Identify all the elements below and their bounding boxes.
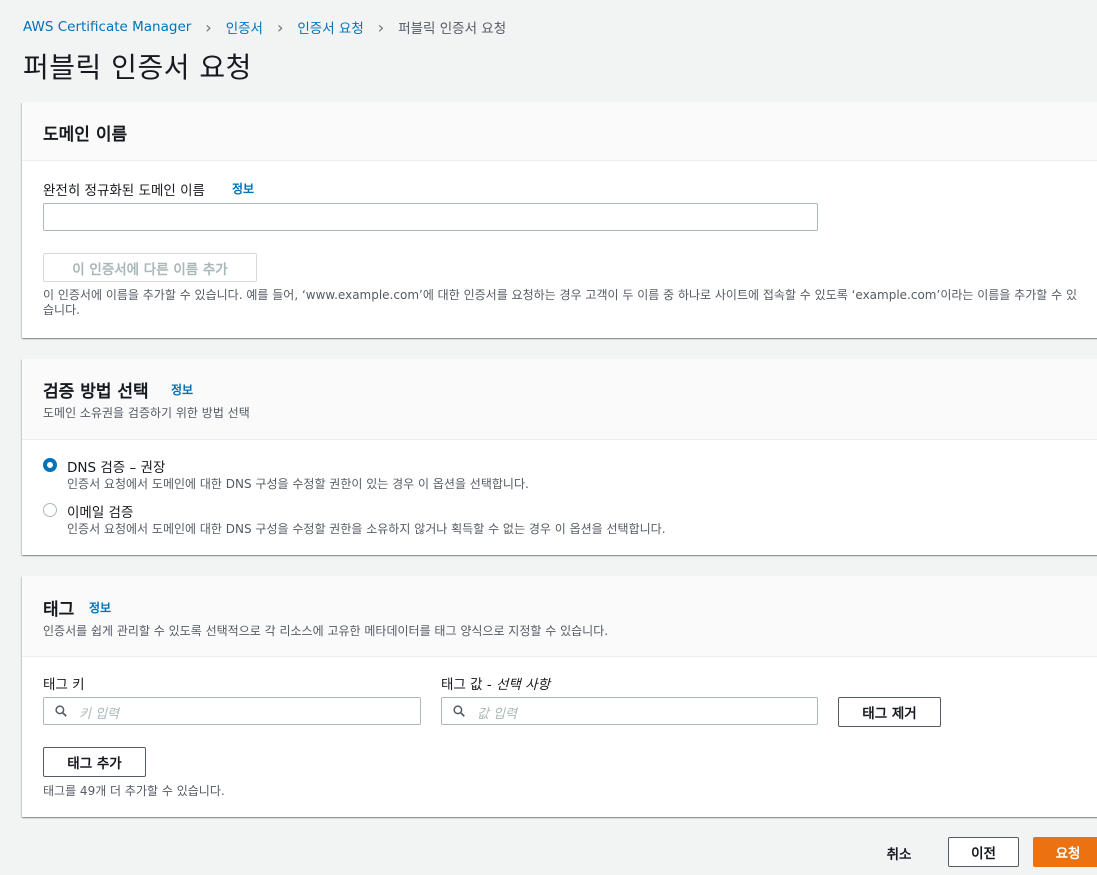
validation-method-panel: 검증 방법 선택 정보 도메인 소유권을 검증하기 위한 방법 선택 DNS 검… [22,359,1097,555]
tag-key-input[interactable]: 키 입력 [43,697,421,725]
tags-remaining-text: 태그를 49개 더 추가할 수 있습니다. [43,784,225,798]
dns-validation-radio[interactable] [43,458,57,472]
tags-panel: 태그 정보 인증서를 쉽게 관리할 수 있도록 선택적으로 각 리소스에 고유한… [22,576,1097,817]
dns-validation-description: 인증서 요청에서 도메인에 대한 DNS 구성을 수정할 권한이 있는 경우 이… [67,477,529,491]
tag-value-input[interactable]: 값 입력 [441,697,818,725]
breadcrumb-request-link[interactable]: 인증서 요청 [297,17,363,37]
domain-name-panel-header: 도메인 이름 [22,102,1097,161]
cancel-button[interactable]: 취소 [870,838,928,868]
domain-info-link[interactable]: 정보 [232,180,254,197]
breadcrumb-current: 퍼블릭 인증서 요청 [398,21,507,37]
domain-field-label: 완전히 정규화된 도메인 이름 [43,183,205,199]
breadcrumb: AWS Certificate Manager › 인증서 › 인증서 요청 ›… [23,17,507,38]
remove-tag-button[interactable]: 태그 제거 [838,697,941,727]
request-button[interactable]: 요청 [1033,837,1097,867]
domain-name-input[interactable] [43,203,818,231]
tag-key-placeholder: 키 입력 [79,707,120,722]
domain-help-text: 이 인증서에 이름을 추가할 수 있습니다. 예를 들어, ‘www.examp… [43,288,1078,317]
tag-value-label-text: 태그 값 - [441,677,497,693]
validation-panel-description: 도메인 소유권을 검증하기 위한 방법 선택 [43,406,250,420]
search-icon [55,705,67,717]
chevron-right-icon: › [377,17,385,37]
tags-panel-title: 태그 [43,600,75,620]
tag-value-placeholder: 값 입력 [477,707,518,722]
add-tag-button[interactable]: 태그 추가 [43,747,146,777]
email-validation-description: 인증서 요청에서 도메인에 대한 DNS 구성을 수정할 권한을 소유하지 않거… [67,522,666,536]
domain-name-panel: 도메인 이름 완전히 정규화된 도메인 이름 정보 이 인증서에 다른 이름 추… [22,102,1097,338]
add-another-name-button[interactable]: 이 인증서에 다른 이름 추가 [43,253,257,282]
validation-info-link[interactable]: 정보 [171,381,193,398]
previous-button[interactable]: 이전 [948,837,1019,867]
email-validation-label[interactable]: 이메일 검증 [67,501,133,521]
breadcrumb-certificates-link[interactable]: 인증서 [226,17,263,37]
domain-name-panel-title: 도메인 이름 [43,125,128,145]
tags-panel-header: 태그 정보 인증서를 쉽게 관리할 수 있도록 선택적으로 각 리소스에 고유한… [22,576,1097,657]
tag-value-label: 태그 값 - 선택 사항 [441,673,550,693]
validation-panel-header: 검증 방법 선택 정보 도메인 소유권을 검증하기 위한 방법 선택 [22,359,1097,440]
validation-panel-title: 검증 방법 선택 [43,382,149,402]
tags-info-link[interactable]: 정보 [89,599,111,616]
tag-value-optional: 선택 사항 [496,677,550,693]
chevron-right-icon: › [276,17,284,37]
tag-key-label: 태그 키 [43,677,85,693]
breadcrumb-acm-link[interactable]: AWS Certificate Manager [23,19,191,35]
page-title: 퍼블릭 인증서 요청 [23,51,252,84]
search-icon [453,705,465,717]
email-validation-radio[interactable] [43,503,57,517]
chevron-right-icon: › [205,17,212,37]
dns-validation-label[interactable]: DNS 검증 – 권장 [67,456,165,476]
tags-panel-description: 인증서를 쉽게 관리할 수 있도록 선택적으로 각 리소스에 고유한 메타데이터… [43,624,609,638]
